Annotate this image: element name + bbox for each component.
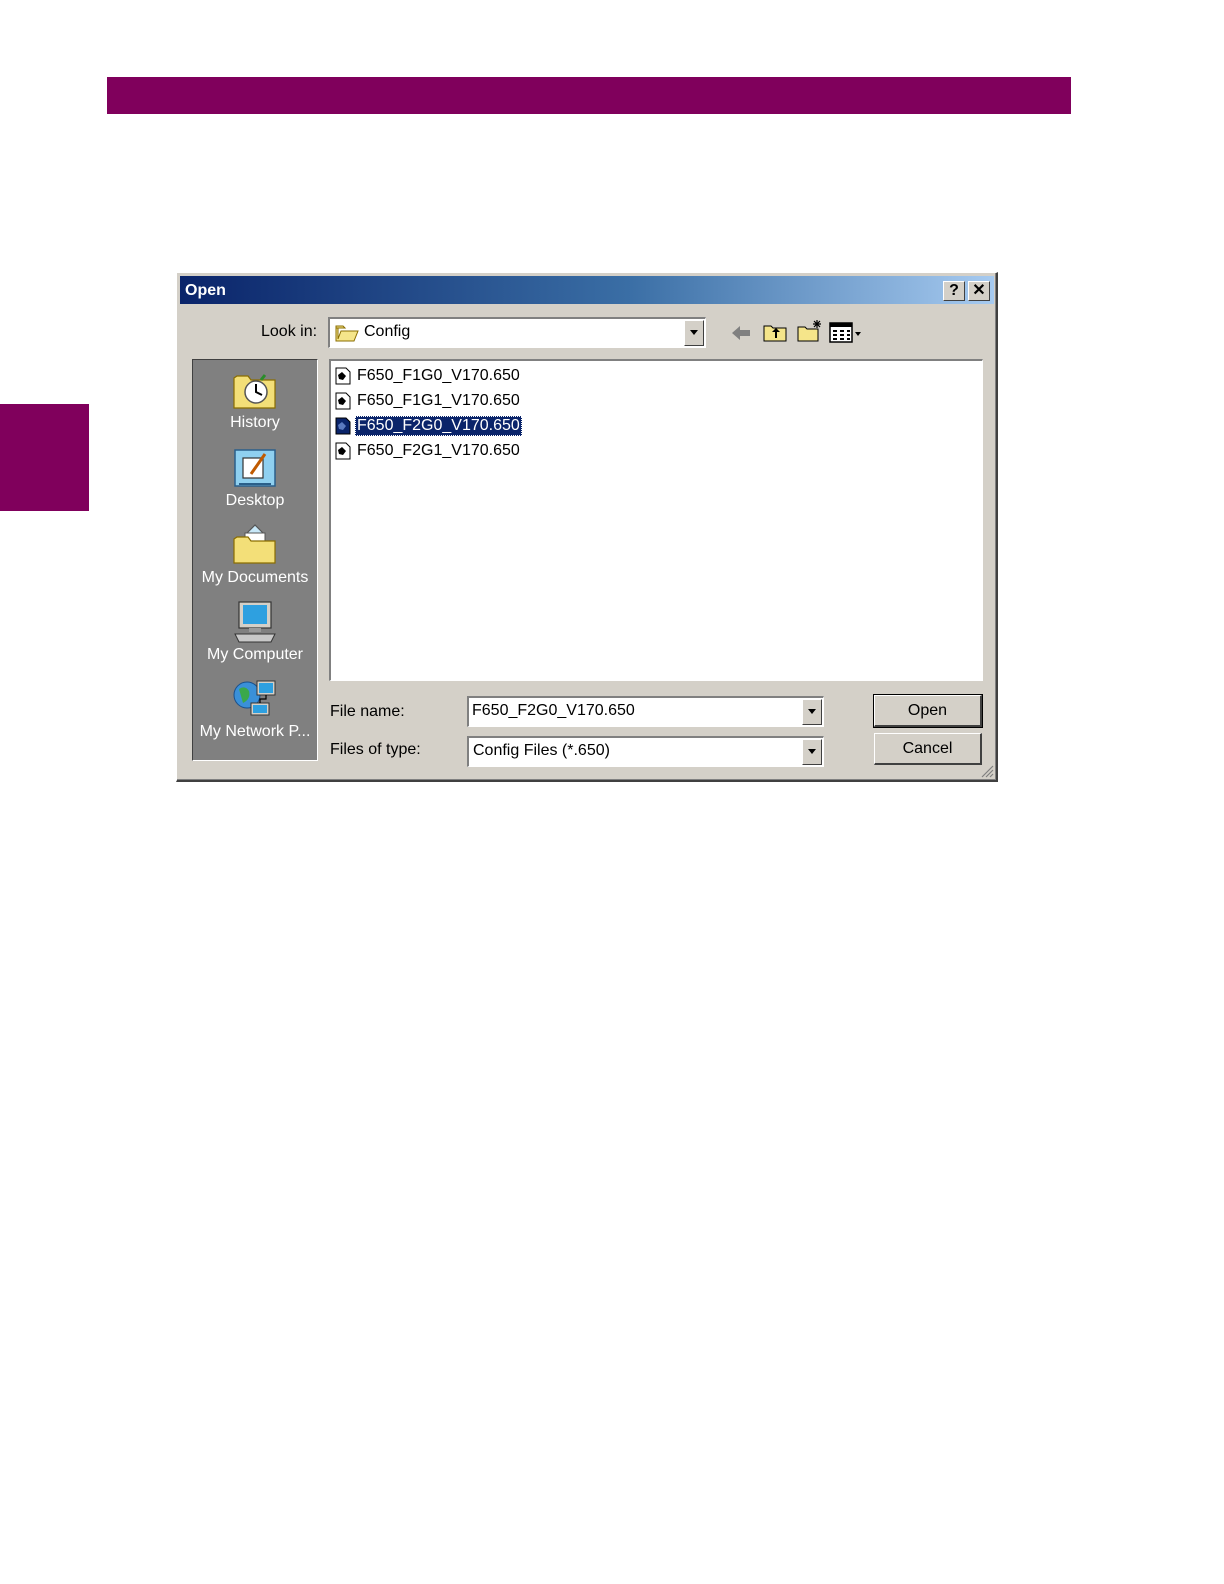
up-folder-icon[interactable] bbox=[762, 321, 788, 343]
file-item[interactable]: F650_F1G0_V170.650 bbox=[334, 365, 522, 387]
config-file-icon bbox=[335, 417, 351, 435]
file-name-text: F650_F2G0_V170.650 bbox=[355, 416, 522, 436]
file-item[interactable]: F650_F2G1_V170.650 bbox=[334, 440, 522, 462]
folder-open-icon bbox=[335, 325, 359, 342]
dialog-title: Open bbox=[185, 282, 226, 299]
config-file-icon bbox=[335, 442, 351, 460]
file-item[interactable]: F650_F1G1_V170.650 bbox=[334, 390, 522, 412]
place-my-computer[interactable]: My Computer bbox=[193, 600, 317, 664]
dialog-titlebar[interactable]: Open ? ✕ bbox=[180, 276, 994, 304]
new-folder-icon[interactable] bbox=[796, 319, 824, 343]
my-computer-icon bbox=[234, 601, 276, 643]
file-name-text: F650_F1G0_V170.650 bbox=[357, 367, 520, 384]
place-history[interactable]: History bbox=[193, 370, 317, 432]
config-file-icon bbox=[335, 367, 351, 385]
chapter-side-tab bbox=[0, 404, 89, 511]
place-desktop-label: Desktop bbox=[225, 492, 285, 509]
place-my-network-places-label: My Network P... bbox=[199, 723, 311, 740]
file-name-input[interactable]: F650_F2G0_V170.650 bbox=[467, 696, 824, 727]
file-list[interactable]: F650_F1G0_V170.650 F650_F1G1_V170.650 F6… bbox=[329, 359, 983, 681]
file-name-text: F650_F2G1_V170.650 bbox=[357, 442, 520, 459]
config-file-icon bbox=[335, 392, 351, 410]
file-name-label: File name: bbox=[330, 703, 405, 720]
place-my-network-places[interactable]: My Network P... bbox=[193, 677, 317, 741]
place-my-computer-label: My Computer bbox=[206, 646, 304, 663]
look-in-dropdown[interactable]: Config bbox=[328, 317, 706, 348]
files-of-type-value: Config Files (*.650) bbox=[473, 742, 610, 759]
files-of-type-arrow-button[interactable] bbox=[802, 739, 822, 765]
page-header-bar bbox=[107, 77, 1071, 114]
place-my-documents[interactable]: My Documents bbox=[193, 523, 317, 587]
open-dialog: Open ? ✕ Look in: Config History Desktop… bbox=[176, 272, 998, 782]
files-of-type-dropdown[interactable]: Config Files (*.650) bbox=[467, 736, 824, 767]
back-arrow-icon[interactable] bbox=[729, 323, 753, 343]
resize-grip-icon[interactable] bbox=[980, 764, 994, 778]
desktop-icon bbox=[234, 449, 276, 487]
history-icon bbox=[233, 374, 276, 409]
file-name-value: F650_F2G0_V170.650 bbox=[472, 702, 635, 719]
my-documents-icon bbox=[233, 524, 276, 564]
close-button[interactable]: ✕ bbox=[968, 281, 990, 301]
open-button[interactable]: Open bbox=[873, 694, 983, 728]
place-my-documents-label: My Documents bbox=[201, 569, 309, 586]
look-in-value: Config bbox=[364, 323, 411, 340]
view-menu-icon[interactable] bbox=[829, 322, 865, 344]
place-desktop[interactable]: Desktop bbox=[193, 446, 317, 510]
look-in-arrow-button[interactable] bbox=[684, 320, 704, 346]
place-history-label: History bbox=[230, 414, 280, 431]
file-name-arrow-button[interactable] bbox=[802, 699, 822, 725]
help-button[interactable]: ? bbox=[943, 281, 965, 301]
file-name-text: F650_F1G1_V170.650 bbox=[357, 392, 520, 409]
my-network-places-icon bbox=[233, 680, 276, 716]
files-of-type-label: Files of type: bbox=[330, 741, 421, 758]
cancel-button[interactable]: Cancel bbox=[874, 733, 982, 765]
look-in-label: Look in: bbox=[261, 323, 318, 340]
places-bar: History Desktop My Documents My Computer… bbox=[192, 359, 318, 761]
file-item-selected[interactable]: F650_F2G0_V170.650 bbox=[334, 415, 522, 437]
